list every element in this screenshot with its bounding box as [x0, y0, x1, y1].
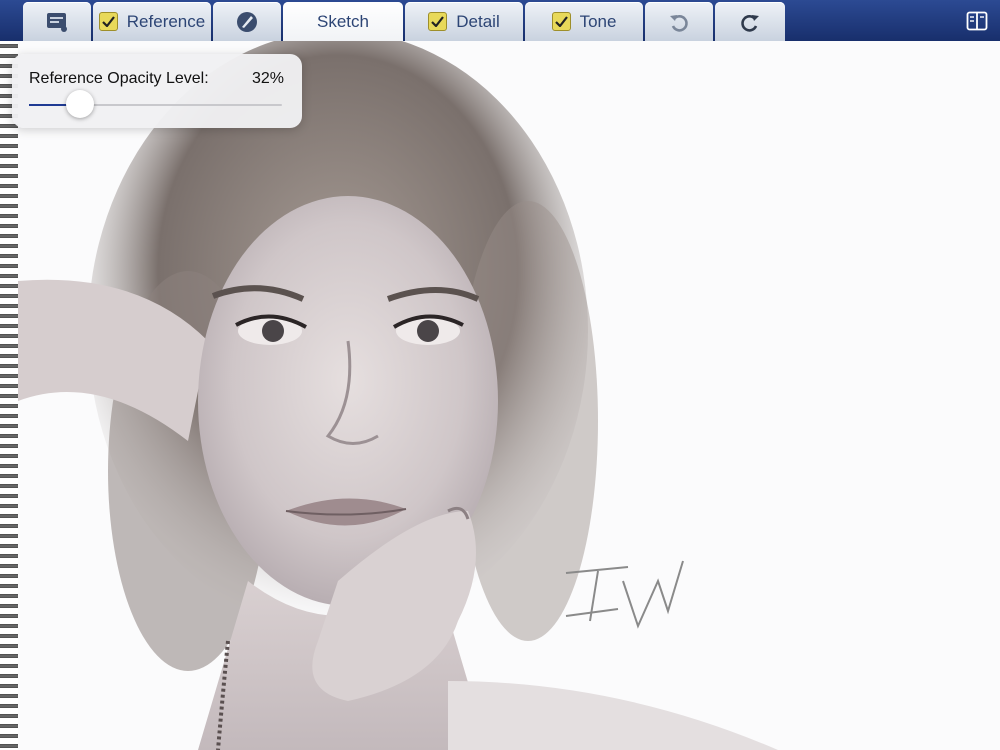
tab-detail-label: Detail [456, 11, 500, 31]
brush-palette-icon [235, 10, 259, 34]
redo-button[interactable] [715, 2, 785, 41]
reference-opacity-label: Reference Opacity Level: [29, 70, 209, 87]
split-view-icon [966, 11, 988, 31]
tab-reference[interactable]: Reference [93, 2, 211, 41]
redo-icon [739, 11, 761, 33]
detail-checkbox[interactable] [428, 12, 448, 31]
slider-thumb[interactable] [65, 90, 94, 118]
spiral-binding [0, 41, 18, 750]
reference-checkbox[interactable] [98, 12, 118, 31]
reference-opacity-value: 32% [251, 70, 284, 87]
checkmark-icon [554, 16, 568, 27]
checkmark-icon [102, 16, 115, 27]
tab-detail[interactable]: Detail [405, 2, 523, 41]
tab-sketch[interactable]: Sketch [283, 2, 403, 41]
top-toolbar: Reference Sketch Detail Tone [0, 0, 1000, 41]
tab-tone[interactable]: Tone [525, 2, 643, 41]
split-view-button[interactable] [962, 8, 992, 34]
drawing-canvas[interactable] [18, 41, 1000, 750]
tab-reference-label: Reference [126, 11, 206, 31]
reference-opacity-slider[interactable] [29, 90, 282, 118]
gallery-menu-icon [45, 11, 69, 33]
tone-checkbox[interactable] [551, 12, 571, 31]
tab-sketch-label: Sketch [317, 11, 369, 31]
brush-palette-button[interactable] [213, 2, 281, 41]
undo-icon [668, 11, 690, 33]
portrait-sketch-image [18, 41, 778, 750]
undo-button[interactable] [645, 2, 713, 41]
gallery-menu-button[interactable] [23, 2, 91, 41]
reference-opacity-popover: Reference Opacity Level: 32% [12, 54, 302, 128]
tab-tone-label: Tone [579, 11, 617, 31]
checkmark-icon [431, 16, 445, 27]
